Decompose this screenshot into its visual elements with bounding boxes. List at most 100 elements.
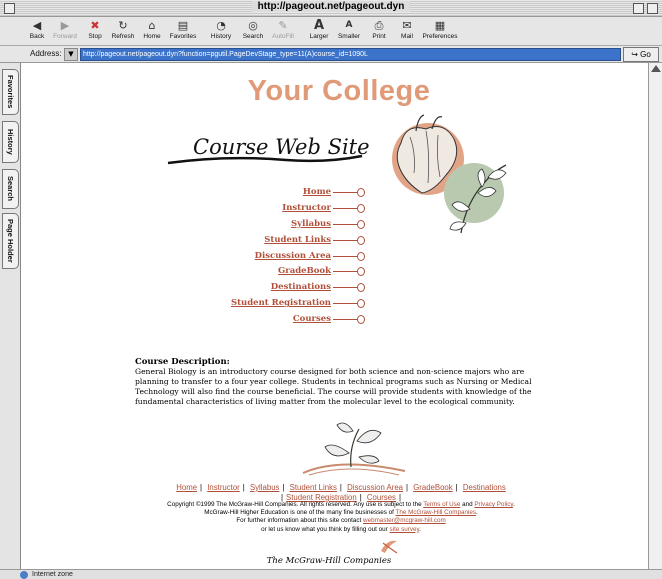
nav-rule — [333, 271, 357, 273]
tab-history[interactable]: History — [2, 121, 19, 163]
home-button[interactable]: ⌂ Home — [137, 19, 167, 43]
nav-bullet-icon — [357, 251, 365, 261]
forward-button[interactable]: ▶ Forward — [50, 19, 80, 43]
tab-search[interactable]: Search — [2, 169, 19, 209]
nav-bullet-icon — [357, 315, 365, 325]
search-icon: ◎ — [248, 19, 258, 32]
title-bar[interactable]: http://pageout.net/pageout.dyn — [0, 0, 662, 17]
nav-link[interactable]: Home — [303, 187, 331, 197]
status-bar: Internet zone — [0, 569, 662, 579]
refresh-button[interactable]: ↻ Refresh — [108, 19, 138, 43]
tab-favorites[interactable]: Favorites — [2, 69, 19, 115]
nav-item-instructor[interactable]: Instructor — [221, 203, 371, 219]
nav-item-student-links[interactable]: Student Links — [221, 235, 371, 251]
nav-rule — [333, 207, 357, 209]
back-arrow-icon: ◀ — [32, 19, 42, 32]
heart-and-plant-illustration — [392, 114, 507, 234]
autofill-button[interactable]: ✎ AutoFill — [268, 19, 298, 43]
mcgraw-hill-logo-icon — [381, 540, 398, 554]
back-button[interactable]: ◀ Back — [22, 19, 52, 43]
window-title: http://pageout.net/pageout.dyn — [0, 1, 662, 12]
larger-text-icon: A — [313, 18, 325, 33]
toolbar: ◀ Back ▶ Forward ✖ Stop ↻ Refresh ⌂ Home ▤ Fav… — [0, 17, 662, 46]
nav-rule — [333, 192, 357, 193]
tab-page-holder[interactable]: Page Holder — [2, 213, 19, 269]
address-dropdown[interactable]: ▼ — [64, 48, 78, 61]
footer-links: Home | Instructor | Syllabus | Student Link… — [176, 483, 506, 502]
address-bar: Address: ▼ http://pageout.net/pageout.dy… — [0, 46, 662, 63]
nav-rule — [333, 223, 357, 225]
mail-button[interactable]: ✉ Mail — [392, 19, 422, 43]
address-label: Address: — [30, 49, 62, 58]
favorites-button[interactable]: ▤ Favorites — [168, 19, 198, 43]
stop-icon: ✖ — [90, 19, 100, 32]
print-button[interactable]: ⎙ Print — [364, 19, 394, 43]
nav-rule — [333, 303, 357, 305]
description-text: General Biology is an introductory cours… — [135, 367, 532, 406]
nav-rule — [333, 239, 357, 241]
stop-button[interactable]: ✖ Stop — [80, 19, 110, 43]
preferences-icon: ▦ — [434, 19, 446, 32]
nav-link[interactable]: Discussion Area — [255, 251, 331, 261]
nav-item-gradebook[interactable]: GradeBook — [221, 266, 371, 282]
leaf-decoration — [302, 422, 406, 476]
privacy-policy-link[interactable]: Privacy Policy — [474, 501, 513, 508]
webmaster-email-link[interactable]: webmaster@mcgraw-hill.com — [363, 517, 446, 524]
footer-link-home[interactable]: Home — [176, 483, 197, 492]
nav-bullet-icon — [357, 188, 365, 197]
site-survey-link[interactable]: site survey — [390, 526, 420, 533]
course-nav-menu: Home Instructor Syllabus Student Links D… — [221, 187, 371, 330]
explorer-bar-tabs: Favorites History Search Page Holder — [0, 63, 21, 569]
browser-window: http://pageout.net/pageout.dyn ◀ Back ▶ Fo… — [0, 0, 662, 579]
course-description: Course Description: General Biology is a… — [135, 357, 535, 407]
footer-link-instructor[interactable]: Instructor — [207, 483, 240, 492]
print-icon: ⎙ — [374, 19, 384, 32]
smaller-text-button[interactable]: A Smaller — [334, 19, 364, 43]
zoom-box[interactable] — [633, 3, 644, 14]
footer-link-syllabus[interactable]: Syllabus — [250, 483, 279, 492]
favorites-icon: ▤ — [177, 19, 189, 32]
description-heading: Course Description: — [135, 357, 230, 367]
refresh-icon: ↻ — [118, 19, 128, 32]
swoosh-underline — [167, 154, 363, 165]
nav-item-discussion-area[interactable]: Discussion Area — [221, 251, 371, 267]
nav-rule — [333, 319, 357, 321]
go-button[interactable]: ↪ Go — [623, 47, 659, 62]
history-icon: ◔ — [216, 19, 226, 32]
college-title: Your College — [247, 75, 431, 107]
address-input[interactable]: http://pageout.net/pageout.dyn?function=… — [80, 48, 621, 61]
nav-item-student-registration[interactable]: Student Registration — [221, 298, 371, 314]
preferences-button[interactable]: ▦ Preferences — [420, 19, 460, 43]
page-content: Your College Course Web Site Home Instru… — [21, 63, 648, 569]
vertical-scrollbar[interactable] — [648, 63, 662, 569]
terms-of-use-link[interactable]: Terms of Use — [423, 501, 460, 508]
nav-bullet-icon — [357, 219, 365, 229]
search-button[interactable]: ◎ Search — [238, 19, 268, 43]
nav-bullet-icon — [357, 267, 365, 277]
collapse-box[interactable] — [647, 3, 658, 14]
history-button[interactable]: ◔ History — [206, 19, 236, 43]
nav-bullet-icon — [357, 283, 365, 293]
home-icon: ⌂ — [148, 19, 156, 32]
nav-item-home[interactable]: Home — [221, 187, 371, 203]
forward-arrow-icon: ▶ — [60, 19, 70, 32]
nav-link[interactable]: Instructor — [282, 203, 331, 213]
nav-link[interactable]: Student Links — [264, 235, 331, 245]
footer-link-gradebook[interactable]: GradeBook — [413, 483, 452, 492]
footer-link-student-links[interactable]: Student Links — [290, 483, 337, 492]
nav-link[interactable]: Courses — [293, 314, 331, 324]
nav-link[interactable]: GradeBook — [278, 266, 331, 276]
nav-item-syllabus[interactable]: Syllabus — [221, 219, 371, 235]
nav-item-courses[interactable]: Courses — [221, 314, 371, 330]
larger-text-button[interactable]: A Larger — [304, 19, 334, 43]
mcgraw-hill-companies-link[interactable]: The McGraw-Hill Companies — [396, 509, 476, 516]
footer-link-destinations[interactable]: Destinations — [463, 483, 506, 492]
nav-link[interactable]: Syllabus — [291, 219, 331, 229]
scroll-up-arrow-icon[interactable] — [651, 65, 661, 72]
nav-link[interactable]: Student Registration — [231, 298, 331, 308]
nav-bullet-icon — [357, 299, 365, 309]
autofill-icon: ✎ — [278, 19, 288, 32]
footer-link-discussion-area[interactable]: Discussion Area — [347, 483, 403, 492]
nav-item-destinations[interactable]: Destinations — [221, 282, 371, 298]
nav-link[interactable]: Destinations — [271, 282, 331, 292]
